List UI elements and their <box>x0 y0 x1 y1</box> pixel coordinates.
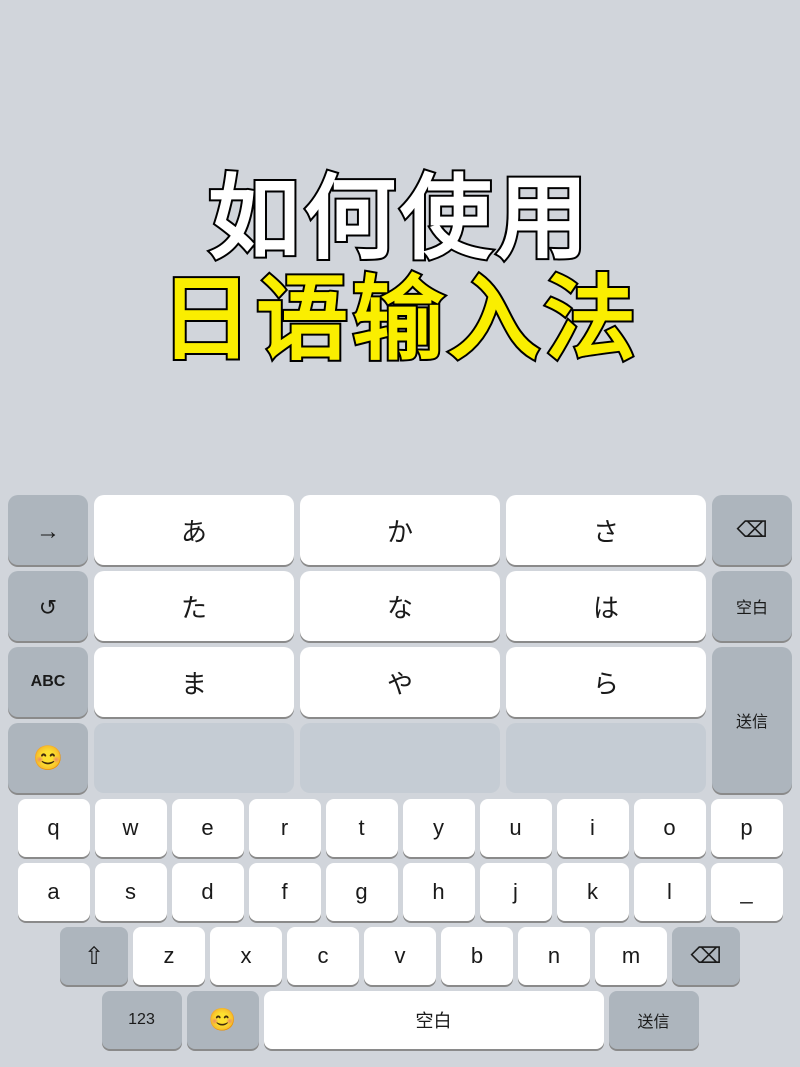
key-p[interactable]: p <box>711 799 783 857</box>
emoji-kana-icon: 😊 <box>33 744 63 773</box>
shift-key[interactable] <box>60 927 128 985</box>
key-t[interactable]: t <box>326 799 398 857</box>
key-x[interactable]: x <box>210 927 282 985</box>
key-g[interactable]: g <box>326 863 398 921</box>
undo-icon <box>39 591 57 622</box>
kana-ka[interactable]: か <box>300 495 500 565</box>
key-i[interactable]: i <box>557 799 629 857</box>
kana-empty3 <box>506 723 706 793</box>
send-kana-key[interactable]: 送信 <box>712 647 792 793</box>
key-k[interactable]: k <box>557 863 629 921</box>
key-j[interactable]: j <box>480 863 552 921</box>
space-kana-key[interactable]: 空白 <box>712 571 792 641</box>
shift-icon <box>84 942 104 971</box>
qwerty-row2: a s d f g h j k l _ <box>8 863 792 921</box>
kana-na[interactable]: な <box>300 571 500 641</box>
emoji-qwerty-icon: 😊 <box>209 1007 236 1033</box>
delete-qwerty-icon <box>690 943 721 969</box>
kana-ma[interactable]: ま <box>94 647 294 717</box>
kana-a[interactable]: あ <box>94 495 294 565</box>
qwerty-keyboard: q w e r t y u i o p a s d f g h j k l _ <box>4 799 796 1049</box>
emoji-qwerty-key[interactable]: 😊 <box>187 991 259 1049</box>
undo-key[interactable] <box>8 571 88 641</box>
key-o[interactable]: o <box>634 799 706 857</box>
emoji-kana-key[interactable]: 😊 <box>8 723 88 793</box>
space-qwerty-key[interactable]: 空白 <box>264 991 604 1049</box>
key-y[interactable]: y <box>403 799 475 857</box>
key-r[interactable]: r <box>249 799 321 857</box>
delete-kana-key[interactable]: ⌫ <box>712 495 792 565</box>
key-z[interactable]: z <box>133 927 205 985</box>
key-w[interactable]: w <box>95 799 167 857</box>
delete-kana-icon: ⌫ <box>736 517 767 543</box>
kana-sa[interactable]: さ <box>506 495 706 565</box>
key-a[interactable]: a <box>18 863 90 921</box>
abc-label: ABC <box>31 673 66 691</box>
kana-ta[interactable]: た <box>94 571 294 641</box>
overlay-line2: 日语输入法 <box>160 270 640 371</box>
key-h[interactable]: h <box>403 863 475 921</box>
overlay-line1: 如何使用 <box>208 169 592 270</box>
kana-empty1 <box>94 723 294 793</box>
keyboard-container: あ か さ ⌫ た な は 空白 ABC ま や ら 送信 😊 q <box>0 487 800 1067</box>
kana-empty2 <box>300 723 500 793</box>
key-q[interactable]: q <box>18 799 90 857</box>
qwerty-row3: z x c v b n m <box>8 927 792 985</box>
key-n[interactable]: n <box>518 927 590 985</box>
key-l[interactable]: l <box>634 863 706 921</box>
key-m[interactable]: m <box>595 927 667 985</box>
kana-ya[interactable]: や <box>300 647 500 717</box>
numbers-key[interactable]: 123 <box>102 991 182 1049</box>
key-c[interactable]: c <box>287 927 359 985</box>
key-b[interactable]: b <box>441 927 513 985</box>
send-qwerty-key[interactable]: 送信 <box>609 991 699 1049</box>
arrow-right-icon <box>36 515 60 546</box>
kana-ra[interactable]: ら <box>506 647 706 717</box>
key-f[interactable]: f <box>249 863 321 921</box>
kana-ha[interactable]: は <box>506 571 706 641</box>
delete-qwerty-key[interactable] <box>672 927 740 985</box>
key-u[interactable]: u <box>480 799 552 857</box>
key-e[interactable]: e <box>172 799 244 857</box>
arrow-key[interactable] <box>8 495 88 565</box>
kana-keyboard: あ か さ ⌫ た な は 空白 ABC ま や ら 送信 😊 <box>4 495 796 793</box>
abc-key[interactable]: ABC <box>8 647 88 717</box>
overlay-container: 如何使用 日语输入法 <box>0 0 800 540</box>
key-d[interactable]: d <box>172 863 244 921</box>
key-underscore[interactable]: _ <box>711 863 783 921</box>
key-s[interactable]: s <box>95 863 167 921</box>
qwerty-row4: 123 😊 空白 送信 <box>8 991 792 1049</box>
qwerty-row1: q w e r t y u i o p <box>8 799 792 857</box>
key-v[interactable]: v <box>364 927 436 985</box>
